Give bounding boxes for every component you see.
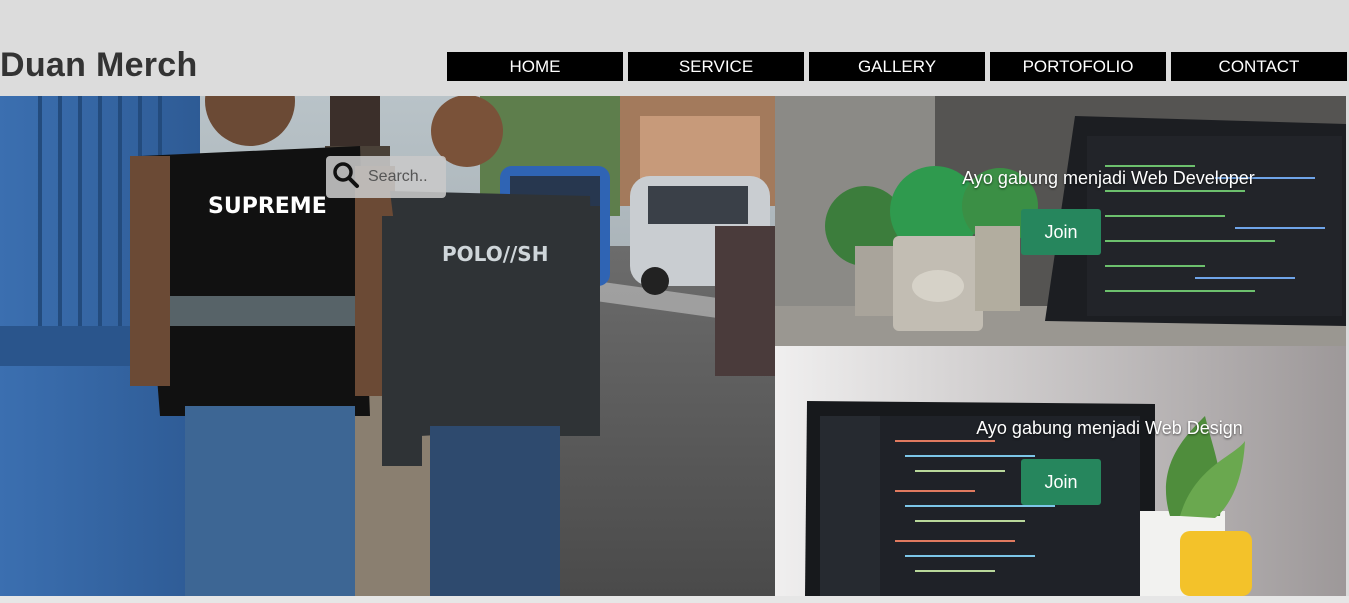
nav-portofolio[interactable]: PORTOFOLIO: [990, 52, 1166, 81]
footer-strip: [0, 596, 1349, 603]
shirt-front-text: SUPREME: [208, 194, 327, 219]
card-web-design-caption: Ayo gabung menjadi Web Design: [976, 418, 1243, 438]
search-icon[interactable]: [332, 161, 360, 194]
search-input[interactable]: [366, 167, 448, 187]
card-web-developer: Ayo gabung menjadi Web Developer Join: [775, 96, 1346, 346]
shirt-right-text: POLO//SH: [442, 242, 548, 266]
card-web-developer-caption: Ayo gabung menjadi Web Developer: [962, 168, 1255, 188]
card-web-design: Ayo gabung menjadi Web Design Join: [775, 346, 1346, 596]
join-web-design-button[interactable]: Join: [1021, 459, 1101, 505]
nav-home[interactable]: HOME: [447, 52, 623, 81]
search-box: [326, 156, 448, 198]
nav-gallery[interactable]: GALLERY: [809, 52, 985, 81]
join-web-developer-button[interactable]: Join: [1021, 209, 1101, 255]
nav-contact[interactable]: CONTACT: [1171, 52, 1347, 81]
brand-title: Duan Merch: [0, 46, 198, 84]
main-nav: HOME SERVICE GALLERY PORTOFOLIO CONTACT: [447, 52, 1347, 81]
nav-service[interactable]: SERVICE: [628, 52, 804, 81]
